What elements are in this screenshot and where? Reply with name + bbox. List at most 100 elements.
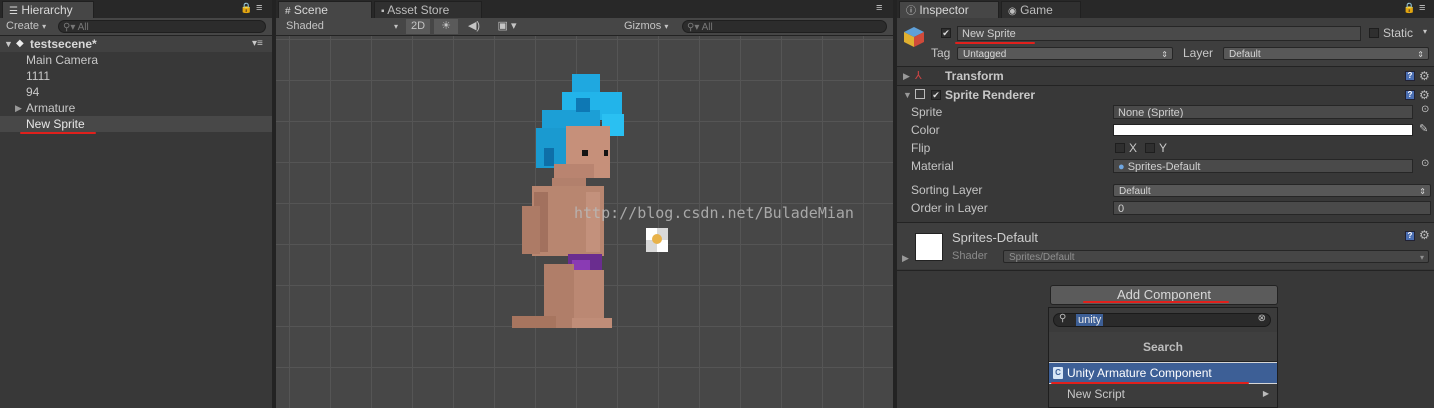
ac-search-input[interactable]: ⚲ unity ⊗ xyxy=(1053,313,1271,327)
flip-label: Flip xyxy=(911,141,931,155)
eyedropper-icon[interactable]: ✎ xyxy=(1419,122,1428,135)
object-picker-icon[interactable]: ⊙ xyxy=(1421,158,1429,169)
dropdown-arrow-icon[interactable]: ▾ xyxy=(1423,27,1427,36)
sorting-layer-dropdown[interactable]: Default ⇕ xyxy=(1113,184,1431,197)
sprite-renderer-title: Sprite Renderer xyxy=(945,88,1036,102)
add-component-popup: ⚲ unity ⊗ Search C Unity Armature Compon… xyxy=(1048,307,1278,408)
layer-label: Layer xyxy=(1183,46,1214,60)
collapsed-arrow-icon[interactable]: ▶ xyxy=(15,100,22,116)
tag-label: Tag xyxy=(931,46,951,60)
component-enabled-checkbox[interactable]: ✔ xyxy=(931,90,941,100)
material-preview-block: ▶ Sprites-Default Shader Sprites/Default… xyxy=(897,223,1434,269)
color-swatch[interactable] xyxy=(1113,124,1413,136)
order-in-layer-input[interactable]: 0 xyxy=(1113,201,1431,215)
hierarchy-panel: ☰ Hierarchy 🔒 ≡ Create ▾ ⚲▾ All ▼ ◆ test… xyxy=(0,0,272,408)
gear-icon[interactable]: ⚙ xyxy=(1419,68,1430,84)
gear-icon[interactable]: ⚙ xyxy=(1419,87,1430,103)
object-name-field[interactable]: New Sprite xyxy=(957,26,1361,41)
material-preview-thumb xyxy=(915,233,943,261)
tab-inspector[interactable]: ⓘ Inspector xyxy=(899,1,999,18)
annotation-underline xyxy=(955,42,1035,44)
layer-dropdown[interactable]: Default ⇕ xyxy=(1223,47,1429,60)
static-checkbox[interactable] xyxy=(1369,28,1379,38)
transform-title: Transform xyxy=(945,69,1004,83)
hierarchy-item[interactable]: 1111 xyxy=(0,68,272,84)
expand-arrow-icon: ▼ xyxy=(4,39,13,49)
scene-root-row[interactable]: ▼ ◆ testsecene* ▾≡ xyxy=(0,36,272,52)
lock-icon[interactable]: 🔒 xyxy=(240,3,252,14)
help-icon[interactable]: ? xyxy=(1405,71,1415,81)
flip-x-label: X xyxy=(1129,141,1138,155)
ac-search-text: unity xyxy=(1076,314,1104,326)
annotation-underline xyxy=(20,132,96,134)
toggle-2d-button[interactable]: 2D xyxy=(406,19,430,34)
shading-mode-dropdown[interactable]: Shaded ▾ xyxy=(286,19,398,34)
watermark-text: http://blog.csdn.net/BuladeMian xyxy=(574,204,854,222)
create-dropdown[interactable]: Create ▾ xyxy=(6,19,46,34)
scene-panel: # Scene ▪ Asset Store ≡ Shaded ▾ 2D ☀ ◀)… xyxy=(276,0,893,408)
transform-icon: ⅄ xyxy=(915,70,922,82)
inspector-panel: ⓘ Inspector ◉ Game 🔒 ≡ ✔ New Sprite Stat… xyxy=(897,0,1434,408)
material-object-field[interactable]: ● Sprites-Default xyxy=(1113,159,1413,173)
separator xyxy=(897,85,1434,86)
hierarchy-item[interactable]: ▶ Armature xyxy=(0,100,272,116)
lock-icon[interactable]: 🔒 xyxy=(1403,3,1415,14)
flip-y-label: Y xyxy=(1159,141,1168,155)
sprite-label: Sprite xyxy=(911,105,943,119)
tab-scene[interactable]: # Scene xyxy=(278,1,372,18)
hierarchy-item[interactable]: 94 xyxy=(0,84,272,100)
panel-menu-icon[interactable]: ≡ xyxy=(256,2,262,14)
collapsed-arrow-icon: ▶ xyxy=(903,71,910,81)
tab-asset-store[interactable]: ▪ Asset Store xyxy=(374,1,482,18)
scene-name: testsecene* xyxy=(30,37,97,51)
static-label: Static xyxy=(1383,26,1414,40)
dropdown-arrow-icon: ▾ xyxy=(393,22,398,31)
pixel-character-sprite[interactable] xyxy=(276,36,893,408)
shader-dropdown[interactable]: Sprites/Default ▾ xyxy=(1003,250,1429,263)
hierarchy-item[interactable]: Main Camera xyxy=(0,52,272,68)
unity-scene-icon: ◆ xyxy=(16,38,24,49)
scene-search-input[interactable]: ⚲▾ All xyxy=(682,20,887,33)
tab-game[interactable]: ◉ Game xyxy=(1001,1,1081,18)
effects-icon[interactable]: ▣ ▾ xyxy=(494,19,520,34)
separator xyxy=(897,66,1434,67)
gear-icon[interactable]: ⚙ xyxy=(1419,228,1430,242)
search-icon: ⚲▾ xyxy=(687,22,700,33)
collapsed-arrow-icon[interactable]: ▶ xyxy=(902,253,909,264)
material-sphere-icon: ● xyxy=(1118,161,1125,173)
sprite-renderer-header[interactable]: ▼ ✔ Sprite Renderer ? ⚙ xyxy=(897,87,1434,103)
lighting-icon[interactable]: ☀ xyxy=(434,19,458,34)
ac-result-selected[interactable]: C Unity Armature Component xyxy=(1049,363,1277,383)
color-label: Color xyxy=(911,123,940,137)
panel-menu-icon[interactable]: ≡ xyxy=(1419,2,1425,14)
help-icon[interactable]: ? xyxy=(1405,90,1415,100)
ac-search-header: Search xyxy=(1049,332,1277,362)
audio-icon[interactable]: ◀) xyxy=(464,19,484,34)
hierarchy-icon: ☰ xyxy=(9,6,18,17)
active-checkbox[interactable]: ✔ xyxy=(941,28,951,38)
panel-menu-icon[interactable]: ≡ xyxy=(876,2,882,14)
object-header: ✔ New Sprite Static ▾ Tag Untagged ⇕ Laye… xyxy=(897,18,1434,66)
help-icon[interactable]: ? xyxy=(1405,231,1415,241)
transform-component-header[interactable]: ▶ ⅄ Transform ? ⚙ xyxy=(897,68,1434,84)
hierarchy-search-input[interactable]: ⚲▾ All xyxy=(58,20,266,33)
expand-arrow-icon: ▼ xyxy=(903,90,912,100)
dropdown-arrow-icon: ▾ xyxy=(42,22,47,31)
sorting-layer-label: Sorting Layer xyxy=(911,183,983,197)
sprite-object-field[interactable]: None (Sprite) xyxy=(1113,105,1413,119)
tab-hierarchy[interactable]: ☰ Hierarchy xyxy=(2,1,94,18)
flip-x-checkbox[interactable] xyxy=(1115,143,1125,153)
hierarchy-item-selected[interactable]: New Sprite xyxy=(0,116,272,132)
grid-icon: # xyxy=(285,6,291,17)
scene-menu-icon[interactable]: ▾≡ xyxy=(252,36,263,52)
clear-search-icon[interactable]: ⊗ xyxy=(1258,313,1266,324)
ac-result-item[interactable]: New Script ▶ xyxy=(1049,384,1277,407)
search-icon: ⚲ xyxy=(1059,313,1067,324)
material-label: Material xyxy=(911,159,954,173)
gizmos-dropdown[interactable]: Gizmos ▾ xyxy=(624,19,668,34)
scene-viewport[interactable]: http://blog.csdn.net/BuladeMian xyxy=(276,36,893,408)
material-name: Sprites-Default xyxy=(952,230,1038,245)
flip-y-checkbox[interactable] xyxy=(1145,143,1155,153)
object-picker-icon[interactable]: ⊙ xyxy=(1421,104,1429,115)
tag-dropdown[interactable]: Untagged ⇕ xyxy=(957,47,1173,60)
